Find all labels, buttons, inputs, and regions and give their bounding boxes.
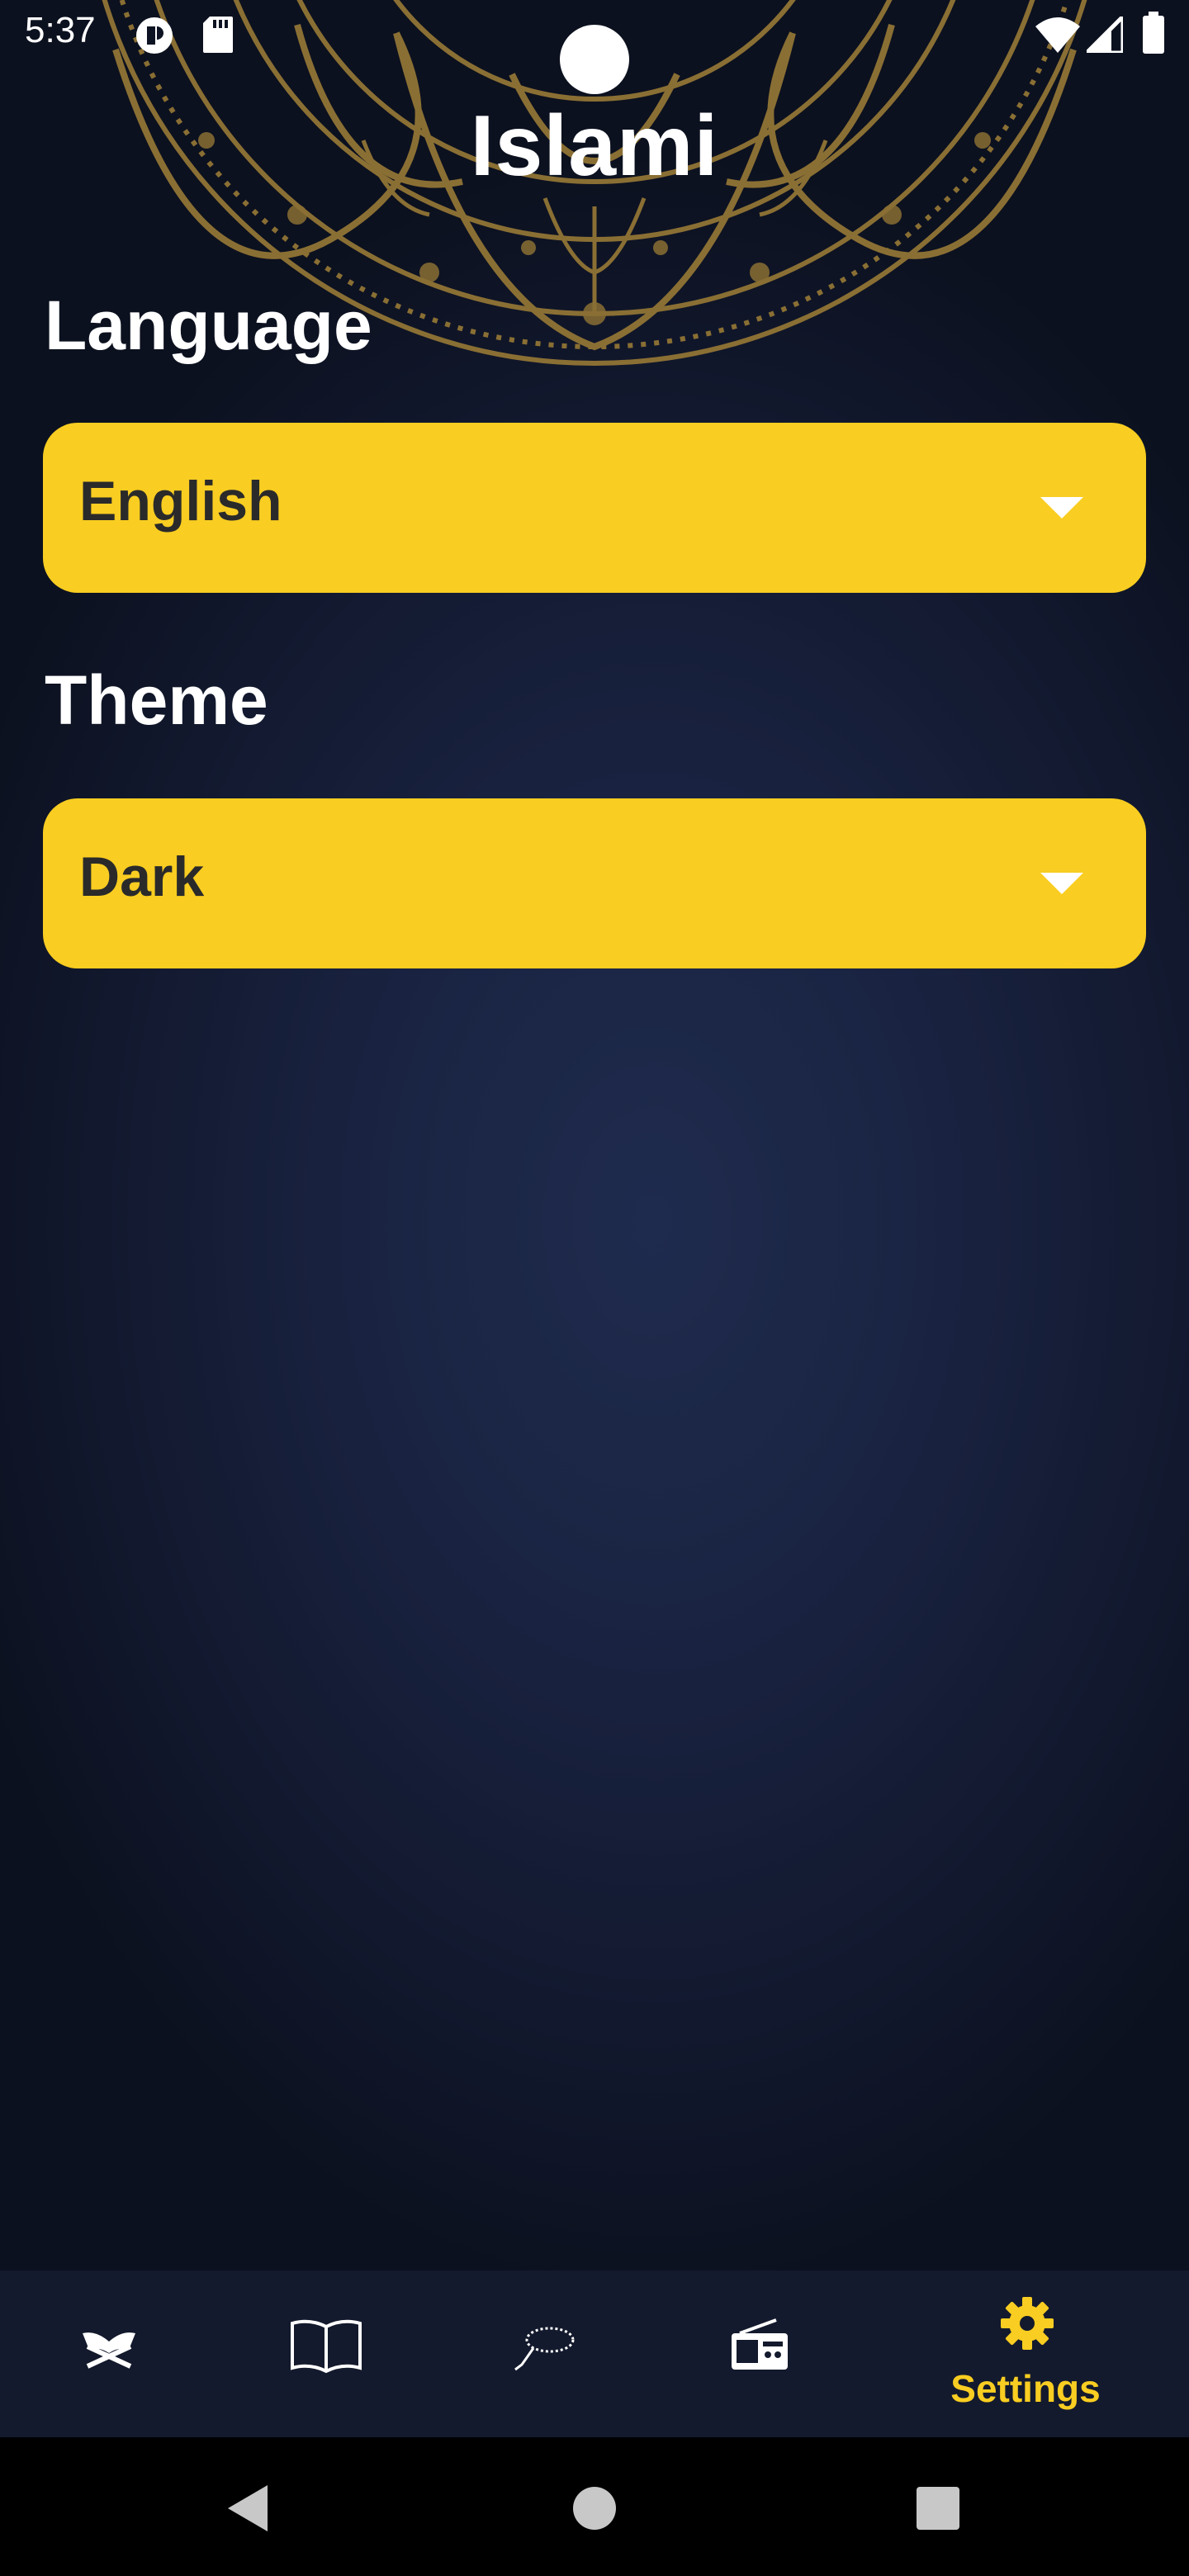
settings-screen: 5:37 Islami Language English Theme Dark … xyxy=(0,0,1189,2576)
nav-item-sebha[interactable] xyxy=(436,2271,654,2437)
language-label: Language xyxy=(45,286,372,364)
app-title: Islami xyxy=(470,98,719,194)
shield-notification-icon xyxy=(136,17,173,54)
system-navigation-bar xyxy=(0,2437,1189,2576)
nav-item-hadith[interactable] xyxy=(218,2271,436,2437)
nav-item-quran[interactable] xyxy=(0,2271,218,2437)
status-time: 5:37 xyxy=(25,10,96,50)
battery-icon xyxy=(1143,12,1164,54)
language-dropdown[interactable]: English xyxy=(43,423,1146,593)
sd-card-icon xyxy=(203,17,233,53)
open-book-icon xyxy=(291,2319,362,2374)
quran-stand-icon xyxy=(83,2332,135,2369)
recents-icon[interactable] xyxy=(915,2485,961,2531)
theme-label: Theme xyxy=(45,661,268,739)
camera-cutout xyxy=(560,25,629,94)
theme-dropdown[interactable]: Dark xyxy=(43,798,1146,968)
nav-label-settings: Settings xyxy=(950,2367,1101,2410)
signal-icon xyxy=(1087,17,1123,53)
home-icon[interactable] xyxy=(571,2485,618,2531)
gear-icon xyxy=(1001,2297,1054,2350)
chevron-down-icon xyxy=(1040,497,1083,519)
back-icon[interactable] xyxy=(225,2484,271,2533)
language-selected-value: English xyxy=(79,470,282,533)
radio-icon xyxy=(732,2318,788,2370)
prayer-beads-icon xyxy=(514,2327,575,2371)
chevron-down-icon xyxy=(1040,873,1083,894)
nav-item-radio[interactable] xyxy=(654,2271,872,2437)
theme-selected-value: Dark xyxy=(79,845,205,908)
bottom-navigation: Settings xyxy=(0,2271,1189,2437)
nav-item-settings[interactable]: Settings xyxy=(912,2271,1139,2437)
wifi-icon xyxy=(1035,17,1080,53)
